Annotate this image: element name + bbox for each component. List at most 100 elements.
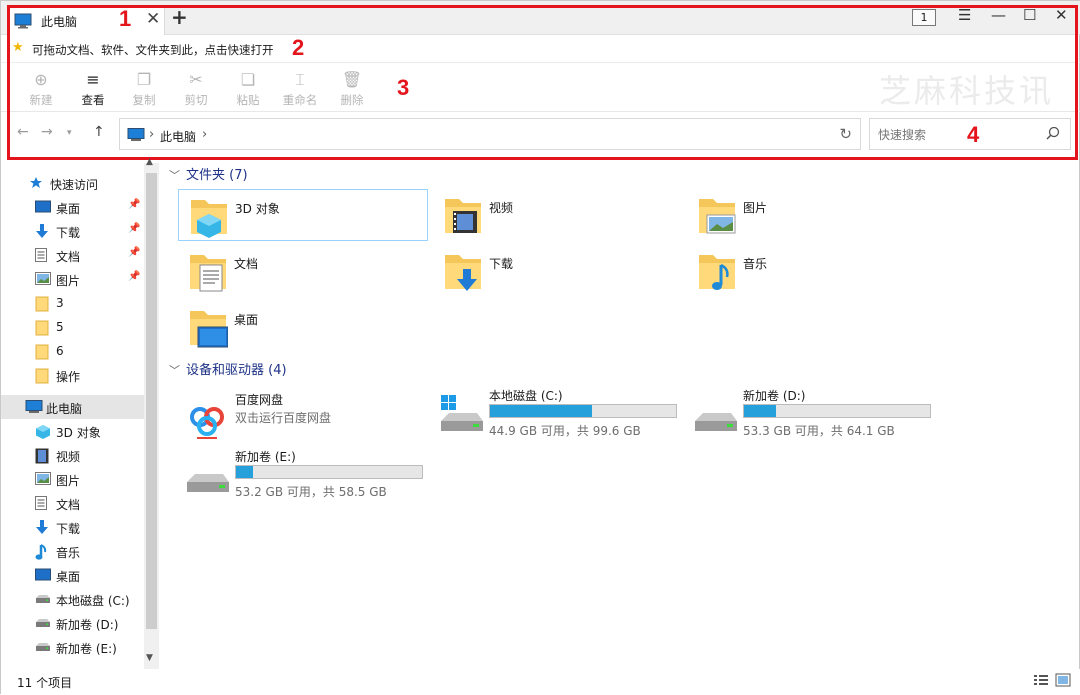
folder-label: 3D 对象 [235,202,280,216]
drives-group-header[interactable]: ﹀ 设备和驱动器 (4) [169,359,1069,378]
sidebar-item-documents[interactable]: 文档 [1,491,144,515]
forward-arrow-icon[interactable]: → [41,124,53,140]
quick-launch-hint: 可拖动文档、软件、文件夹到此，点击快速打开 [32,43,274,57]
maximize-button[interactable]: ☐ [1023,6,1036,24]
sidebar-item-label: 新加卷 (D:) [56,618,119,632]
pin-icon[interactable]: 📌 [128,223,140,234]
sidebar-item-videos[interactable]: 视频 [1,443,144,467]
sidebar-item-label: 3 [56,296,64,310]
sidebar-item-desktop[interactable]: 桌面 📌 [1,195,144,219]
sidebar-item-music[interactable]: 音乐 [1,539,144,563]
sidebar-item-folder-3[interactable]: 3 [1,291,144,315]
up-arrow-icon[interactable]: ↑ [93,124,105,140]
rename-button[interactable]: ⌶ 重命名 [280,70,320,108]
sidebar-item-pictures[interactable]: 图片 📌 [1,267,144,291]
sidebar-item-documents[interactable]: 文档 📌 [1,243,144,267]
drive-icon [695,413,737,431]
list-icon: ≡ [86,70,100,89]
baidu-netdisk-item[interactable]: 百度网盘 双击运行百度网盘 [181,391,431,447]
scroll-up-icon[interactable]: ▲ [146,157,153,167]
folder-label: 图片 [743,201,768,215]
folder-music[interactable]: 音乐 [687,245,937,297]
baidu-netdisk-icon [185,399,229,443]
collapse-chevron-icon[interactable]: ﹀ [169,362,180,378]
rename-icon: ⌶ [295,70,305,89]
sidebar-item-drive-e[interactable]: 新加卷 (E:) [1,635,144,659]
pin-icon[interactable]: 📌 [128,271,140,282]
folder-3d-icon [191,200,227,238]
sidebar-item-folder-5[interactable]: 5 [1,315,144,339]
drive-name: 百度网盘 [235,393,284,407]
window-count-badge[interactable]: 1 [912,9,936,26]
sidebar-item-downloads[interactable]: 下载 📌 [1,219,144,243]
paste-button[interactable]: ❏ 粘贴 [228,70,268,108]
sidebar-item-this-pc[interactable]: 此电脑 [1,395,144,419]
folder-documents[interactable]: 文档 [178,245,428,297]
drive-icon [35,616,51,631]
minimize-button[interactable]: — [991,6,1006,24]
refresh-icon[interactable]: ↻ [839,125,852,143]
new-tab-button[interactable]: + [171,5,188,29]
navigation-pane: 新加卷 (E:) 新加卷 (D:) 本地磁盘 (C:) 桌面 音乐 下载 文档 图片 视频 3D … [1,157,159,669]
quick-launch-bar[interactable]: ★ 可拖动文档、软件、文件夹到此，点击快速打开 [1,35,1080,63]
sidebar-item-drive-d[interactable]: 新加卷 (D:) [1,611,144,635]
sidebar-item-pictures[interactable]: 图片 [1,467,144,491]
drive-c[interactable]: 本地磁盘 (C:) 44.9 GB 可用，共 99.6 GB [435,387,685,443]
sidebar-item-label: 6 [56,344,64,358]
computer-icon [127,128,145,141]
sidebar-item-desktop[interactable]: 桌面 [1,563,144,587]
search-input[interactable] [878,125,1038,145]
rename-label: 重命名 [282,93,318,107]
folder-downloads[interactable]: 下载 [433,245,683,297]
pin-icon[interactable]: 📌 [128,199,140,210]
search-icon[interactable] [1046,126,1060,140]
back-arrow-icon[interactable]: ← [17,124,29,140]
sidebar-item-3d-objects[interactable]: 3D 对象 [1,419,144,443]
delete-label: 删除 [340,93,364,107]
drive-e[interactable]: 新加卷 (E:) 53.2 GB 可用，共 58.5 GB [181,448,431,504]
cut-button[interactable]: ✂ 剪切 [176,70,216,108]
drive-d[interactable]: 新加卷 (D:) 53.3 GB 可用，共 64.1 GB [689,387,939,443]
sidebar-item-folder-operations[interactable]: 操作 [1,363,144,387]
cut-label: 剪切 [184,93,208,107]
address-bar[interactable]: › 此电脑 › ↻ [119,118,861,150]
scroll-thumb[interactable] [146,173,157,629]
breadcrumb[interactable]: 此电脑 [160,128,196,145]
sidebar-item-downloads[interactable]: 下载 [1,515,144,539]
sidebar-item-folder-6[interactable]: 6 [1,339,144,363]
large-icons-view-icon[interactable] [1055,673,1071,687]
sidebar-item-label: 桌面 [56,570,81,584]
close-button[interactable]: ✕ [1055,6,1068,24]
sidebar-item-label: 快速访问 [50,178,99,192]
new-button[interactable]: ⊕ 新建 [21,70,61,108]
view-label: 查看 [81,93,105,107]
sidebar-scrollbar[interactable]: ▲ ▼ [144,157,159,669]
sidebar-item-drive-c[interactable]: 本地磁盘 (C:) [1,587,144,611]
collapse-chevron-icon[interactable]: ﹀ [169,167,180,183]
explorer-window: 此电脑 ✕ + 1 ☰ — ☐ ✕ ★ 可拖动文档、软件、文件夹到此，点击快速打… [0,0,1080,695]
folder-videos[interactable]: 视频 [433,189,683,241]
copy-button[interactable]: ❐ 复制 [124,70,164,108]
breadcrumb-chevron-icon[interactable]: › [149,127,154,142]
folder-label: 文档 [234,257,259,271]
breadcrumb-chevron-icon[interactable]: › [202,127,207,142]
details-view-icon[interactable] [1033,673,1049,687]
folder-desktop[interactable]: 桌面 [178,301,428,353]
scroll-down-icon[interactable]: ▼ [146,653,153,663]
scissors-icon: ✂ [189,70,203,89]
delete-button[interactable]: 🗑 删除 [332,70,372,108]
folder-label: 桌面 [234,313,259,327]
sidebar-item-label: 此电脑 [46,402,83,416]
pin-icon[interactable]: 📌 [128,247,140,258]
tab-this-pc[interactable]: 此电脑 ✕ [7,5,165,35]
menu-icon[interactable]: ☰ [958,6,971,24]
history-chevron-icon[interactable]: ▾ [67,128,72,138]
folder-3d-objects[interactable]: 3D 对象 [178,189,428,241]
folders-group-header[interactable]: ﹀ 文件夹 (7) [169,164,1069,183]
sidebar-item-quick-access[interactable]: 快速访问 [1,171,144,195]
sidebar-item-label: 3D 对象 [56,426,101,440]
view-button[interactable]: ≡ 查看 [73,70,113,108]
folder-pictures[interactable]: 图片 [687,189,937,241]
video-folder-icon [445,199,481,233]
tab-close-icon[interactable]: ✕ [146,9,160,29]
